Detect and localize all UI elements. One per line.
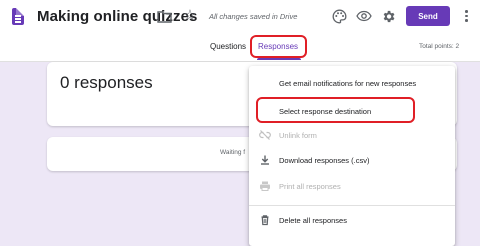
menu-item-delete-responses[interactable]: Delete all responses — [249, 210, 455, 230]
more-vert-icon[interactable] — [464, 10, 468, 24]
print-icon — [259, 180, 271, 192]
responses-count: 0 responses — [60, 73, 153, 92]
save-status: All changes saved in Drive — [209, 12, 298, 21]
annotation-highlight-select-destination — [256, 97, 415, 123]
star-icon[interactable]: ☆ — [181, 7, 199, 25]
menu-item-label: Unlink form — [279, 131, 317, 140]
tab-questions[interactable]: Questions — [210, 42, 246, 51]
send-button[interactable]: Send — [406, 6, 450, 26]
folder-icon[interactable] — [155, 7, 173, 25]
active-tab-indicator — [257, 58, 301, 60]
tab-bar: Questions Responses Total points: 2 — [0, 36, 480, 62]
menu-item-label: Print all responses — [279, 182, 341, 191]
waiting-text: Waiting f — [220, 149, 246, 156]
menu-item-print-responses: Print all responses — [249, 176, 455, 196]
total-points: Total points: 2 — [419, 43, 460, 50]
form-title[interactable]: Making online quizzes — [37, 8, 197, 25]
trash-icon — [259, 214, 271, 226]
menu-item-label: Get email notifications for new response… — [279, 79, 417, 88]
eye-icon[interactable] — [355, 7, 373, 25]
menu-item-download-csv[interactable]: Download responses (.csv) — [249, 150, 455, 170]
palette-icon[interactable] — [330, 7, 348, 25]
link-off-icon — [259, 129, 271, 141]
forms-doc-icon[interactable] — [12, 8, 24, 25]
app-header: Making online quizzes ☆ All changes save… — [0, 0, 480, 62]
menu-item-email-notifications[interactable]: Get email notifications for new response… — [249, 73, 455, 93]
menu-item-unlink-form: Unlink form — [249, 125, 455, 145]
annotation-highlight-responses-tab — [250, 35, 307, 58]
menu-item-label: Delete all responses — [279, 216, 347, 225]
responses-more-menu: Get email notifications for new response… — [249, 66, 455, 246]
menu-divider — [249, 205, 455, 206]
download-icon — [259, 154, 271, 166]
gear-icon[interactable] — [379, 7, 397, 25]
menu-item-label: Download responses (.csv) — [279, 156, 370, 165]
